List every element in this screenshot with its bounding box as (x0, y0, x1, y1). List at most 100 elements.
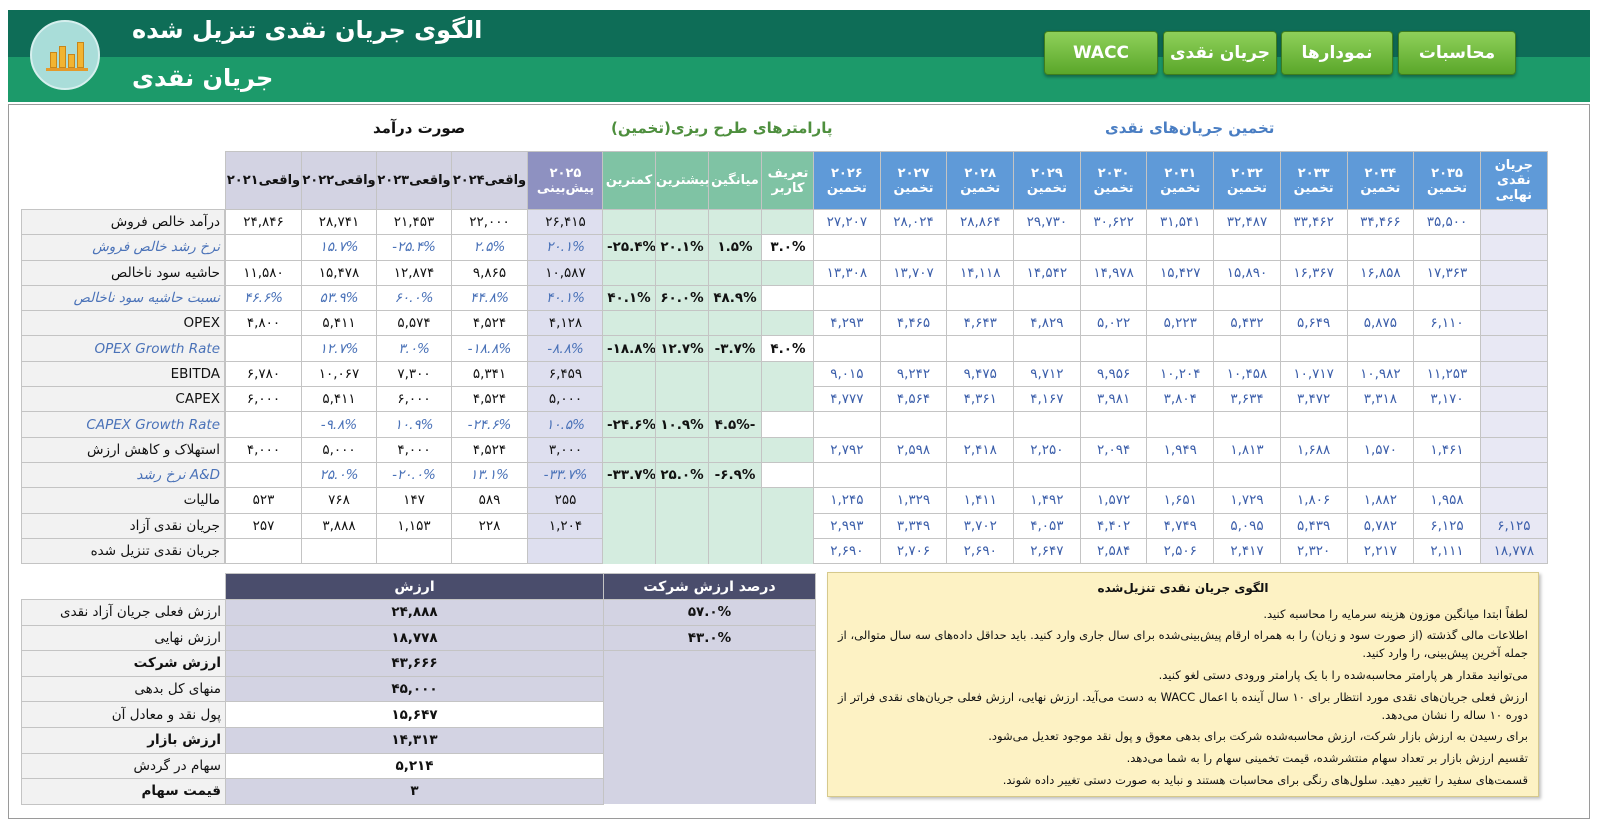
income-cell[interactable]: -۲۴.۶% (451, 411, 528, 438)
forecast-cell[interactable]: ۳۵,۵۰۰ (1413, 208, 1481, 236)
forecast-cell[interactable] (1479, 310, 1548, 337)
user-defined-input[interactable]: ۴.۰% (761, 335, 815, 362)
forecast-cell[interactable]: ۶,۱۱۰ (1413, 310, 1481, 337)
income-cell[interactable]: ۳,۰۰۰ (527, 436, 604, 463)
valuation-value[interactable]: ۴۳,۶۶۶ (225, 650, 604, 677)
forecast-cell[interactable]: ۲۹,۷۳۰ (1013, 208, 1081, 236)
forecast-cell[interactable]: ۹,۲۴۲ (879, 360, 948, 388)
income-cell[interactable]: ۱,۱۵۳ (376, 512, 452, 539)
forecast-cell[interactable]: ۱۶,۸۵۸ (1346, 259, 1415, 286)
forecast-cell[interactable]: ۳,۶۳۴ (1213, 386, 1281, 413)
income-cell[interactable]: ۵,۰۰۰ (301, 436, 377, 463)
forecast-cell[interactable] (1479, 360, 1548, 388)
forecast-cell[interactable]: ۲,۲۵۰ (1013, 436, 1081, 463)
forecast-cell[interactable] (1013, 461, 1081, 489)
forecast-cell[interactable]: ۴,۴۰۲ (1079, 512, 1148, 539)
forecast-cell[interactable] (1146, 411, 1215, 438)
income-cell[interactable]: ۱۰,۰۶۷ (301, 360, 377, 388)
income-cell[interactable]: ۲۸,۷۴۱ (301, 208, 377, 236)
income-cell[interactable]: ۲.۵% (451, 234, 528, 261)
forecast-cell[interactable]: ۱۰,۷۱۷ (1279, 360, 1348, 388)
forecast-cell[interactable]: ۲,۰۹۴ (1079, 436, 1148, 463)
forecast-cell[interactable]: ۹,۰۱۵ (813, 360, 881, 388)
income-cell[interactable]: ۱۳.۱% (451, 461, 528, 489)
income-cell[interactable]: ۴,۱۲۸ (527, 310, 604, 337)
income-cell[interactable] (451, 537, 528, 565)
valuation-value[interactable]: ۱۸,۷۷۸ (225, 624, 604, 652)
forecast-cell[interactable]: ۳,۷۰۲ (946, 512, 1015, 539)
forecast-cell[interactable]: ۴,۶۴۳ (946, 310, 1015, 337)
forecast-cell[interactable]: ۱,۸۱۳ (1213, 436, 1281, 463)
forecast-cell[interactable] (946, 335, 1015, 362)
forecast-cell[interactable]: ۹,۷۱۲ (1013, 360, 1081, 388)
forecast-cell[interactable]: ۲,۱۱۱ (1413, 537, 1481, 565)
forecast-cell[interactable]: ۱۳,۷۰۷ (879, 259, 948, 286)
forecast-cell[interactable] (1346, 411, 1415, 438)
income-cell[interactable]: ۵,۴۱۱ (301, 310, 377, 337)
income-cell[interactable]: ۴,۰۰۰ (376, 436, 452, 463)
valuation-value[interactable]: ۱۵,۶۴۷ (225, 701, 604, 728)
income-cell[interactable]: -۳۳.۷% (527, 461, 604, 489)
forecast-cell[interactable]: ۲,۵۹۸ (879, 436, 948, 463)
forecast-cell[interactable] (946, 461, 1015, 489)
valuation-value[interactable]: ۵,۲۱۴ (225, 752, 604, 780)
forecast-cell[interactable]: ۴,۷۷۷ (813, 386, 881, 413)
income-cell[interactable]: ۶,۴۵۹ (527, 360, 604, 388)
income-cell[interactable]: ۴,۵۲۴ (451, 386, 528, 413)
forecast-cell[interactable] (1479, 386, 1548, 413)
forecast-cell[interactable]: ۵,۶۴۹ (1279, 310, 1348, 337)
forecast-cell[interactable] (813, 234, 881, 261)
forecast-cell[interactable]: ۵,۷۸۲ (1346, 512, 1415, 539)
income-cell[interactable]: ۲۲,۰۰۰ (451, 208, 528, 236)
forecast-cell[interactable]: ۲,۷۰۶ (879, 537, 948, 565)
forecast-cell[interactable]: ۲,۳۲۰ (1279, 537, 1348, 565)
forecast-cell[interactable] (1146, 234, 1215, 261)
nav-button-calculations[interactable]: محاسبات (1398, 31, 1516, 75)
valuation-value[interactable]: ۲۴,۸۸۸ (225, 599, 604, 626)
forecast-cell[interactable]: ۴,۵۶۴ (879, 386, 948, 413)
forecast-cell[interactable]: ۲,۴۱۷ (1213, 537, 1281, 565)
forecast-cell[interactable]: ۹,۴۷۵ (946, 360, 1015, 388)
forecast-cell[interactable] (813, 335, 881, 362)
forecast-cell[interactable]: ۱۷,۳۶۳ (1413, 259, 1481, 286)
forecast-cell[interactable]: ۱۴,۹۷۸ (1079, 259, 1148, 286)
forecast-cell[interactable]: ۴,۱۶۷ (1013, 386, 1081, 413)
forecast-cell[interactable]: ۲,۹۹۳ (813, 512, 881, 539)
forecast-cell[interactable] (1013, 335, 1081, 362)
income-cell[interactable] (225, 537, 302, 565)
income-cell[interactable]: ۴۶.۶% (225, 284, 302, 312)
income-cell[interactable]: ۴,۵۲۴ (451, 310, 528, 337)
income-cell[interactable]: ۵۳.۹% (301, 284, 377, 312)
forecast-cell[interactable]: ۲,۵۸۴ (1079, 537, 1148, 565)
forecast-cell[interactable] (1413, 335, 1481, 362)
forecast-cell[interactable] (1479, 436, 1548, 463)
income-cell[interactable]: ۱۱,۵۸۰ (225, 259, 302, 286)
forecast-cell[interactable]: ۲۷,۲۰۷ (813, 208, 881, 236)
income-cell[interactable]: ۲۴,۸۴۶ (225, 208, 302, 236)
forecast-cell[interactable]: ۱,۳۲۹ (879, 487, 948, 514)
user-defined-input[interactable] (761, 461, 815, 489)
forecast-cell[interactable]: ۲۸,۸۶۴ (946, 208, 1015, 236)
income-cell[interactable]: ۵۸۹ (451, 487, 528, 514)
forecast-cell[interactable]: ۱۱,۲۵۳ (1413, 360, 1481, 388)
forecast-cell[interactable]: ۵,۰۲۲ (1079, 310, 1148, 337)
income-cell[interactable]: ۵,۴۱۱ (301, 386, 377, 413)
income-cell[interactable]: -۸.۸% (527, 335, 604, 362)
forecast-cell[interactable] (879, 461, 948, 489)
forecast-cell[interactable] (813, 461, 881, 489)
forecast-cell[interactable]: ۳۳,۴۶۲ (1279, 208, 1348, 236)
income-cell[interactable]: -۱۸.۸% (451, 335, 528, 362)
forecast-cell[interactable]: ۳,۸۰۴ (1146, 386, 1215, 413)
forecast-cell[interactable]: ۴,۳۶۱ (946, 386, 1015, 413)
income-cell[interactable] (225, 411, 302, 438)
forecast-cell[interactable]: ۴,۸۲۹ (1013, 310, 1081, 337)
income-cell[interactable]: ۴,۵۲۴ (451, 436, 528, 463)
forecast-cell[interactable]: ۱۴,۱۱۸ (946, 259, 1015, 286)
income-cell[interactable]: ۲۵۷ (225, 512, 302, 539)
income-cell[interactable]: -۹.۸% (301, 411, 377, 438)
forecast-cell[interactable] (1213, 461, 1281, 489)
forecast-cell[interactable]: ۲,۶۹۰ (813, 537, 881, 565)
income-cell[interactable] (225, 335, 302, 362)
nav-button-wacc[interactable]: WACC (1044, 31, 1158, 75)
forecast-cell[interactable]: ۶,۱۲۵ (1413, 512, 1481, 539)
